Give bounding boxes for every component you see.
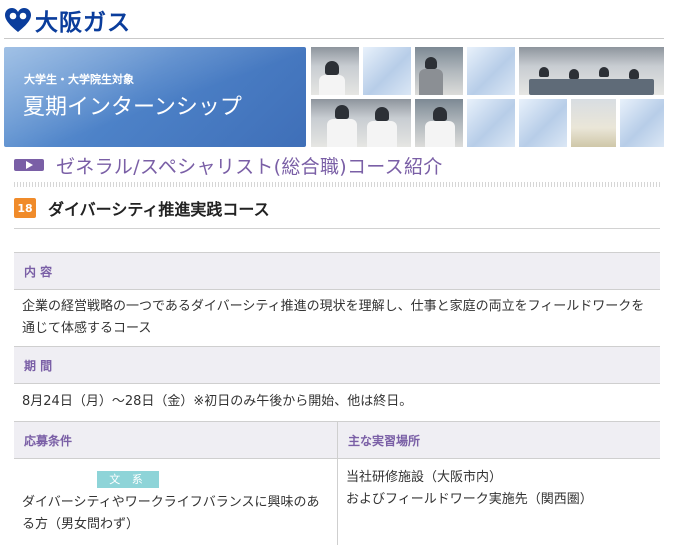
place-label: 主な実習場所 bbox=[338, 422, 660, 459]
humanities-tag: 文 系 bbox=[97, 471, 159, 488]
content-label: 内 容 bbox=[14, 253, 660, 290]
course-number-badge: 18 bbox=[14, 198, 36, 218]
internship-banner: 大学生・大学院生対象 夏期インターンシップ bbox=[4, 47, 664, 147]
osaka-gas-logo[interactable]: 大阪ガス bbox=[4, 5, 131, 36]
course-heading: 18 ダイバーシティ推進実践コース bbox=[14, 196, 270, 220]
place-line-1: 当社研修施設（大阪市内） bbox=[346, 470, 503, 485]
banner-photo bbox=[311, 47, 359, 95]
osaka-gas-heart-icon bbox=[4, 7, 32, 33]
play-icon bbox=[14, 159, 44, 171]
course-title: ダイバーシティ推進実践コース bbox=[48, 200, 270, 219]
place-body: 当社研修施設（大阪市内） およびフィールドワーク実施先（関西圏） bbox=[338, 459, 660, 545]
banner-glass-tile bbox=[519, 99, 567, 147]
section-divider bbox=[14, 182, 660, 187]
course-divider bbox=[14, 228, 660, 229]
place-line-2: およびフィールドワーク実施先（関西圏） bbox=[346, 492, 593, 507]
banner-glass-tile bbox=[363, 47, 411, 95]
banner-photo-students bbox=[311, 99, 411, 147]
banner-glass-tile bbox=[467, 99, 515, 147]
banner-title: 夏期インターンシップ bbox=[23, 95, 242, 120]
banner-photo bbox=[415, 99, 463, 147]
period-label: 期 間 bbox=[14, 347, 660, 384]
banner-glass-tile bbox=[620, 99, 664, 147]
banner-photo-building bbox=[571, 99, 616, 147]
logo-text: 大阪ガス bbox=[35, 10, 131, 36]
period-text: 8月24日（月）～28日（金）※初日のみ午後から開始、他は終日。 bbox=[14, 384, 660, 422]
place-column: 主な実習場所 当社研修施設（大阪市内） およびフィールドワーク実施先（関西圏） bbox=[337, 422, 660, 545]
conditions-text: ダイバーシティやワークライフバランスに興味のある方（男女問わず） bbox=[22, 495, 320, 532]
conditions-column: 応募条件 文 系 ダイバーシティやワークライフバランスに興味のある方（男女問わず… bbox=[14, 422, 337, 545]
header-divider bbox=[4, 38, 664, 39]
conditions-place-row: 応募条件 文 系 ダイバーシティやワークライフバランスに興味のある方（男女問わず… bbox=[14, 422, 660, 545]
banner-glass-tile bbox=[467, 47, 515, 95]
section-title: ゼネラル/スペシャリスト(総合職)コース紹介 bbox=[56, 155, 443, 178]
content-text: 企業の経営戦略の一つであるダイバーシティ推進の現状を理解し、仕事と家庭の両立をフ… bbox=[14, 290, 660, 347]
banner-photo-classroom bbox=[519, 47, 664, 95]
conditions-body: 文 系 ダイバーシティやワークライフバランスに興味のある方（男女問わず） bbox=[14, 459, 337, 545]
banner-photo bbox=[415, 47, 463, 95]
course-details-table: 内 容 企業の経営戦略の一つであるダイバーシティ推進の現状を理解し、仕事と家庭の… bbox=[14, 252, 660, 545]
conditions-label: 応募条件 bbox=[14, 422, 337, 459]
banner-subtitle: 大学生・大学院生対象 bbox=[24, 73, 134, 86]
section-heading: ゼネラル/スペシャリスト(総合職)コース紹介 bbox=[14, 152, 443, 178]
